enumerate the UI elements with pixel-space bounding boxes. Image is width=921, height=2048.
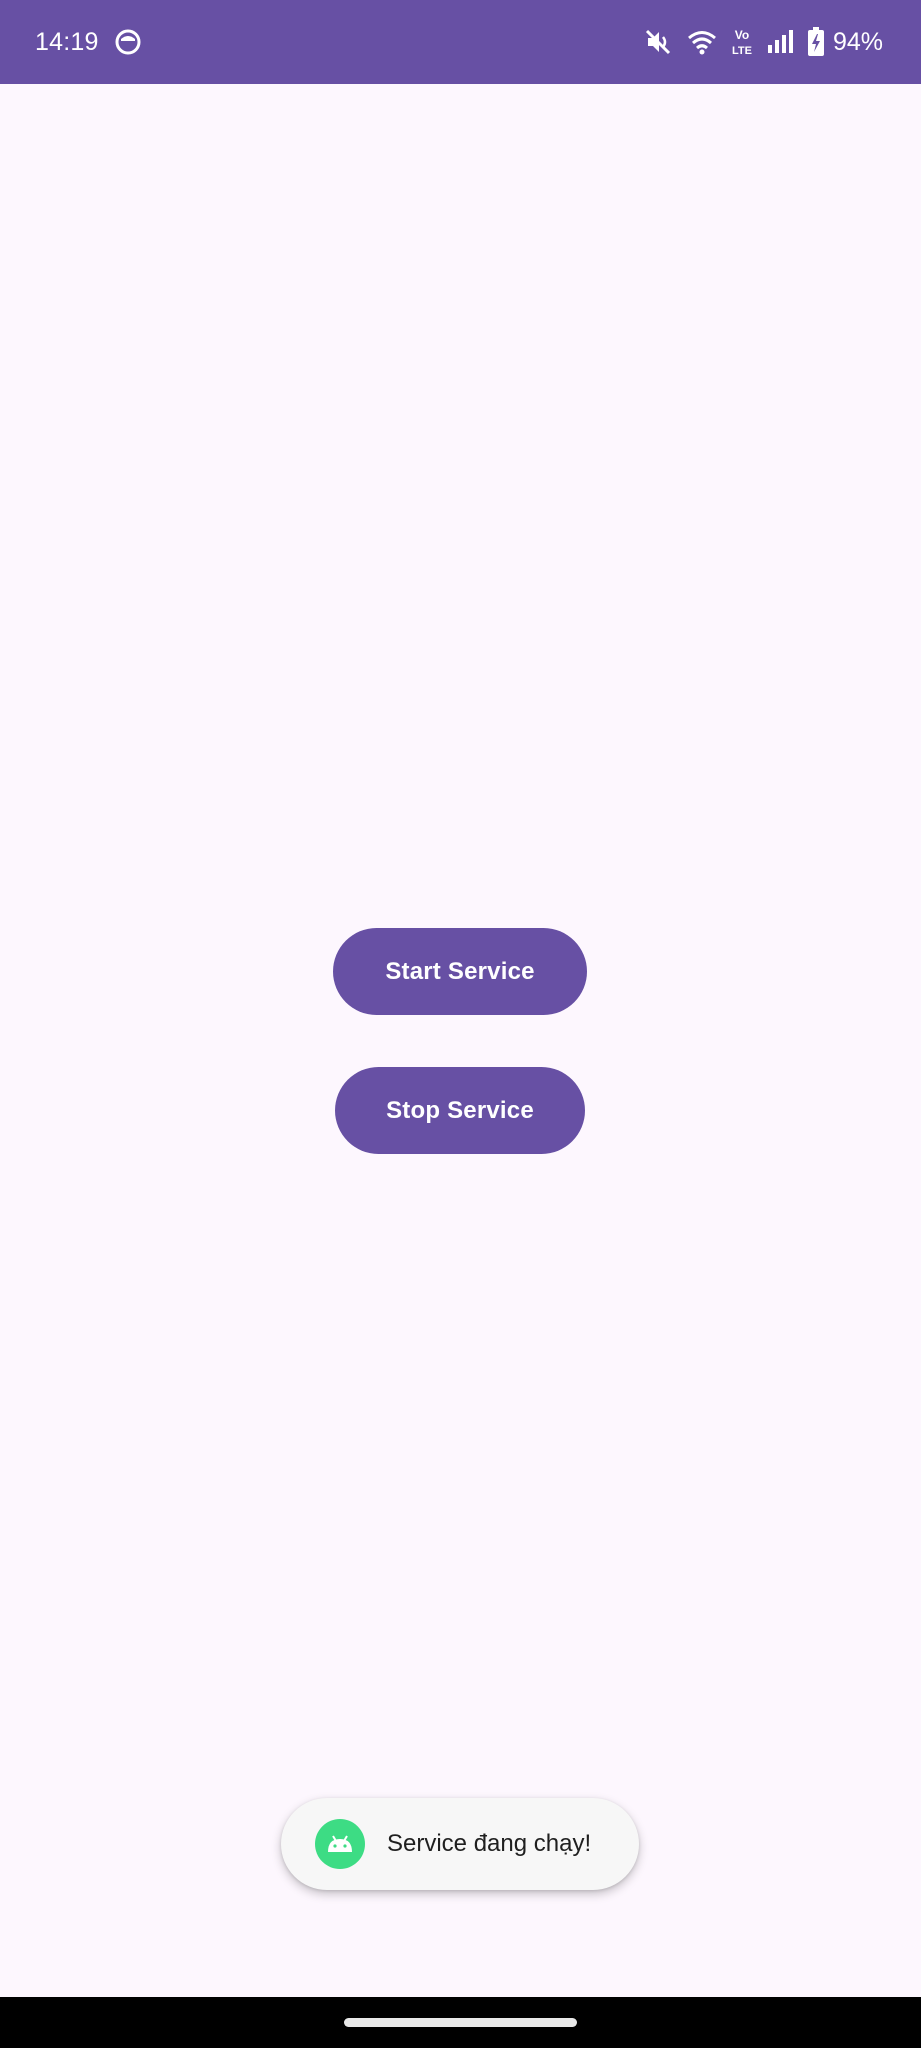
svg-text:LTE: LTE	[732, 45, 752, 57]
status-icons: Vo LTE 94%	[643, 26, 883, 58]
battery-charging-icon	[807, 27, 825, 57]
home-gesture-handle[interactable]	[344, 2018, 577, 2027]
navigation-bar	[0, 1997, 921, 2048]
start-service-button[interactable]: Start Service	[333, 928, 587, 1015]
start-service-label: Start Service	[385, 957, 535, 985]
status-bar: 14:19 Vo LTE 94%	[0, 0, 921, 84]
volte-icon: Vo LTE	[731, 27, 753, 57]
toast-message: Service đang chạy!	[281, 1798, 639, 1890]
status-time: 14:19	[35, 28, 99, 56]
toast-text: Service đang chạy!	[387, 1830, 592, 1857]
stop-service-label: Stop Service	[386, 1096, 534, 1124]
battery-percentage: 94%	[832, 28, 883, 56]
main-content	[0, 84, 921, 1997]
mute-icon	[643, 27, 673, 57]
app-notification-icon	[114, 28, 142, 56]
wifi-icon	[687, 29, 717, 55]
android-icon	[315, 1819, 365, 1869]
signal-icon	[767, 29, 793, 55]
svg-text:Vo: Vo	[735, 28, 749, 42]
stop-service-button[interactable]: Stop Service	[335, 1067, 585, 1154]
